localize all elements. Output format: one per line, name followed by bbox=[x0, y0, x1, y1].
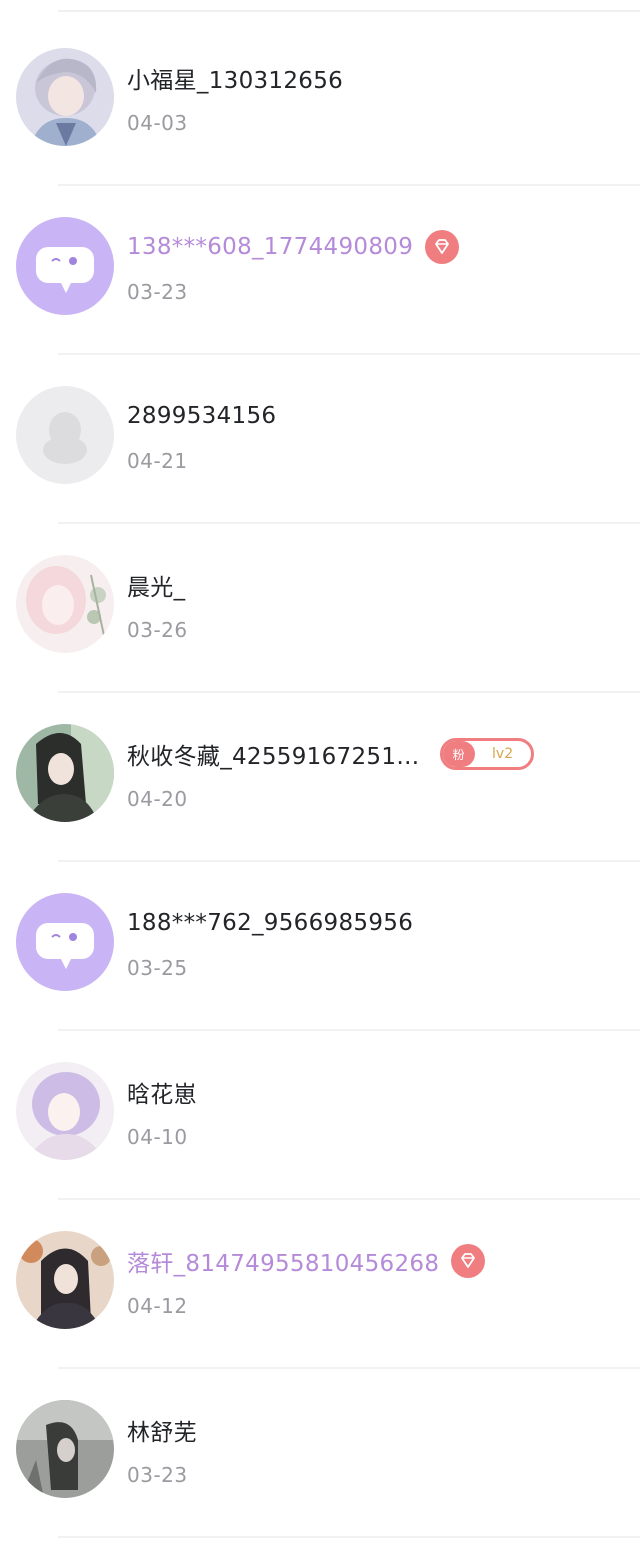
anime-avatar-autumn-icon bbox=[16, 1231, 114, 1329]
anime-avatar-pink-floral-icon bbox=[16, 555, 114, 653]
friend-name: 秋收冬藏_42559167251… bbox=[127, 744, 420, 770]
friend-row[interactable]: 落轩_81474955810456268 04-12 bbox=[0, 1200, 640, 1369]
anime-avatar-lilac-hair-icon bbox=[16, 1062, 114, 1160]
anime-avatar-silver-hair-icon bbox=[16, 48, 114, 146]
friend-date: 04-03 bbox=[127, 111, 188, 135]
friend-row[interactable]: 晗花崽 04-10 bbox=[0, 1031, 640, 1200]
friend-date: 03-26 bbox=[127, 618, 188, 642]
anime-avatar-dark-hair-icon bbox=[16, 724, 114, 822]
friend-row[interactable]: 晨光_ 03-26 bbox=[0, 524, 640, 693]
friend-name: 138***608_1774490809 bbox=[127, 234, 414, 260]
default-chat-bubble-avatar-icon bbox=[16, 893, 114, 991]
row-divider bbox=[58, 1536, 640, 1538]
avatar[interactable] bbox=[16, 555, 114, 653]
vip-diamond-icon bbox=[451, 1244, 486, 1278]
friend-name: 小福星_130312656 bbox=[127, 68, 344, 94]
friend-row[interactable]: 秋收冬藏_42559167251… 粉 lv2 04-20 bbox=[0, 693, 640, 862]
friend-name: 林舒芜 bbox=[127, 1420, 197, 1446]
friend-row[interactable]: 2899534156 04-21 bbox=[0, 355, 640, 524]
photo-avatar-grayscale-icon bbox=[16, 1400, 114, 1498]
friend-name: 晗花崽 bbox=[127, 1082, 197, 1108]
avatar[interactable] bbox=[16, 893, 114, 991]
fan-level-badge: 粉 lv2 bbox=[439, 738, 534, 770]
avatar[interactable] bbox=[16, 724, 114, 822]
friend-name: 落轩_81474955810456268 bbox=[127, 1251, 440, 1277]
friend-name: 2899534156 bbox=[127, 403, 277, 429]
default-chat-bubble-avatar-icon bbox=[16, 217, 114, 315]
top-divider bbox=[58, 10, 640, 12]
friend-row[interactable]: 138***608_1774490809 03-23 bbox=[0, 186, 640, 355]
avatar[interactable] bbox=[16, 1062, 114, 1160]
friend-date: 03-23 bbox=[127, 280, 188, 304]
friend-row[interactable]: 188***762_9566985956 03-25 bbox=[0, 862, 640, 1031]
avatar[interactable] bbox=[16, 386, 114, 484]
avatar[interactable] bbox=[16, 48, 114, 146]
friend-date: 03-25 bbox=[127, 956, 188, 980]
friend-date: 04-20 bbox=[127, 787, 188, 811]
default-penguin-avatar-icon bbox=[16, 386, 114, 484]
friend-name: 188***762_9566985956 bbox=[127, 910, 414, 936]
friend-row[interactable]: 小福星_130312656 04-03 bbox=[0, 17, 640, 186]
friend-row[interactable]: 林舒芜 03-23 bbox=[0, 1369, 640, 1538]
friend-date: 04-12 bbox=[127, 1294, 188, 1318]
friend-date: 04-10 bbox=[127, 1125, 188, 1149]
friend-list: 小福星_130312656 04-03 138***608_1774490809… bbox=[0, 0, 640, 1552]
friend-date: 04-21 bbox=[127, 449, 188, 473]
avatar[interactable] bbox=[16, 1400, 114, 1498]
avatar[interactable] bbox=[16, 217, 114, 315]
friend-date: 03-23 bbox=[127, 1463, 188, 1487]
fan-badge-level: lv2 bbox=[492, 746, 514, 762]
fan-badge-label: 粉 bbox=[442, 741, 475, 767]
avatar[interactable] bbox=[16, 1231, 114, 1329]
friend-name: 晨光_ bbox=[127, 575, 186, 601]
vip-diamond-icon bbox=[425, 230, 460, 264]
